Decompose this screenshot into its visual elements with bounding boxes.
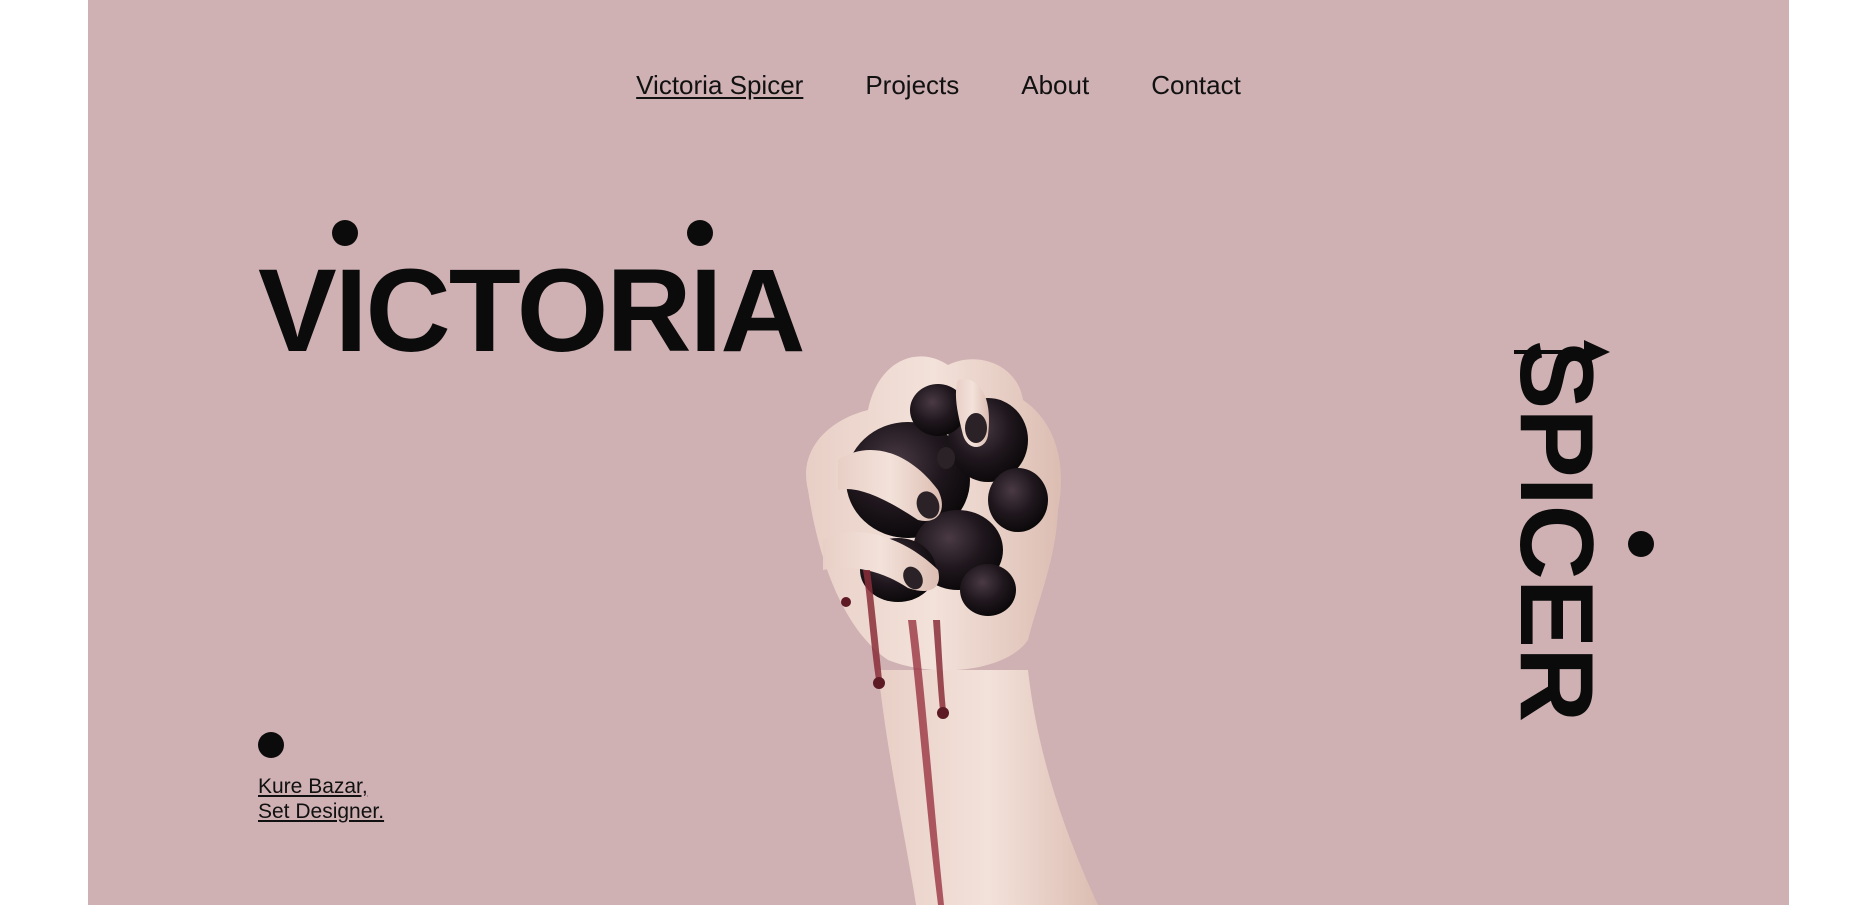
caption-block: Kure Bazar, Set Designer. — [258, 774, 384, 824]
main-nav: Victoria Spicer Projects About Contact — [88, 70, 1789, 101]
hero-last-name-wrapper: SPICER — [1498, 340, 1708, 810]
hero-last-name: SPICER — [1498, 340, 1614, 722]
nav-contact-link[interactable]: Contact — [1151, 70, 1241, 101]
nav-home-link[interactable]: Victoria Spicer — [636, 70, 803, 101]
decorative-dot-caption — [258, 732, 284, 758]
hand-with-blackberries-image — [806, 356, 1098, 905]
caption-role-link[interactable]: Set Designer. — [258, 799, 384, 824]
nav-about-link[interactable]: About — [1021, 70, 1089, 101]
nav-projects-link[interactable]: Projects — [865, 70, 959, 101]
hero-first-name: VICTORIA — [258, 245, 806, 377]
decorative-dot-i2 — [687, 220, 713, 246]
page-canvas: Victoria Spicer Projects About Contact V… — [88, 0, 1789, 905]
decorative-dot-i1 — [332, 220, 358, 246]
caption-client-link[interactable]: Kure Bazar, — [258, 774, 384, 799]
